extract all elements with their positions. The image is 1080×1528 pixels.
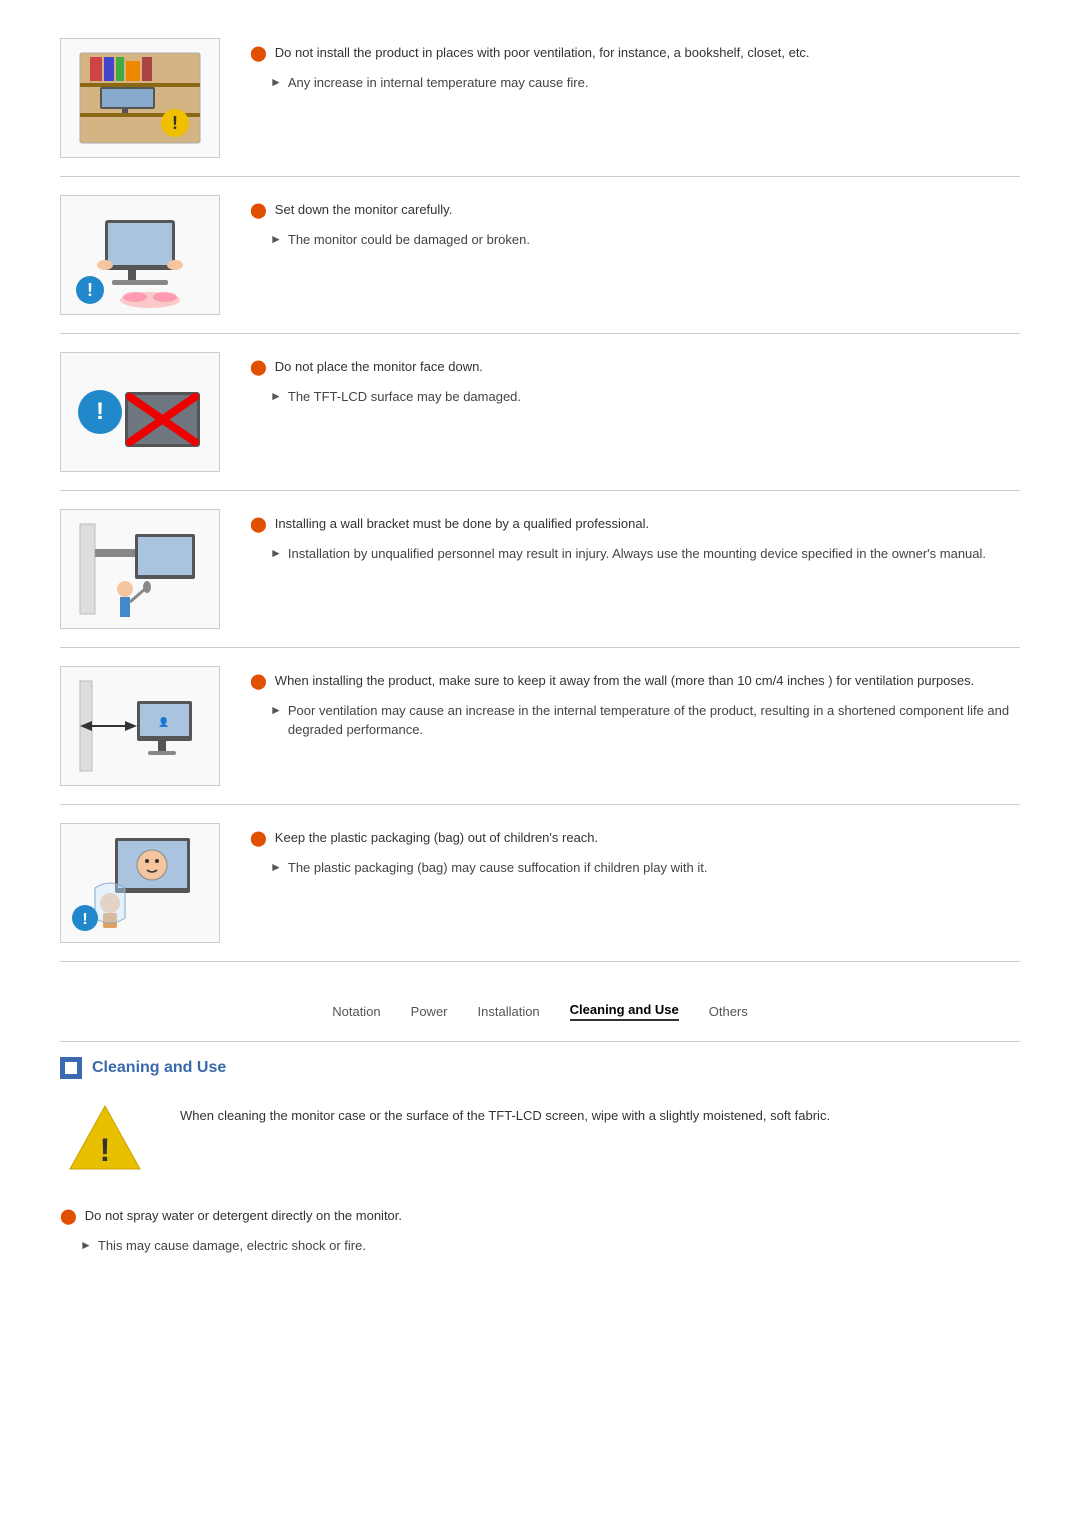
main-text: Keep the plastic packaging (bag) out of … [275,828,598,848]
instruction-text-wallbracket: ⬤ Installing a wall bracket must be done… [250,509,1020,563]
instruction-row-plasticbag: ! ⬤ Keep the plastic packaging (bag) out… [60,805,1020,962]
sub-text: The TFT-LCD surface may be damaged. [288,387,521,407]
sub-text: The plastic packaging (bag) may cause su… [288,858,708,878]
bullet-icon: ⬤ [250,201,267,219]
instruction-text-keepaway: ⬤ When installing the product, make sure… [250,666,1020,740]
cleaning-item-row: ⬤ Do not spray water or detergent direct… [60,1196,1020,1265]
bullet-icon: ⬤ [250,515,267,533]
sub-text: Installation by unqualified personnel ma… [288,544,986,564]
cleaning-section-title: Cleaning and Use [92,1059,226,1077]
nav-installation[interactable]: Installation [478,1004,540,1019]
warning-triangle-svg: ! [65,1101,145,1176]
cleaning-section-header: Cleaning and Use [60,1057,1020,1079]
bullet-icon: ⬤ [250,358,267,376]
svg-text:👤: 👤 [158,716,169,727]
warning-triangle-box: ! [60,1101,150,1176]
bullet-icon: ⬤ [250,44,267,62]
instruction-text-facedown: ⬤ Do not place the monitor face down. ► … [250,352,1020,406]
sub-bullet-icon: ► [270,860,282,874]
svg-text:!: ! [96,398,104,425]
instruction-text-plasticbag: ⬤ Keep the plastic packaging (bag) out o… [250,823,1020,877]
bullet-icon: ⬤ [250,829,267,847]
nav-power[interactable]: Power [411,1004,448,1019]
svg-text:!: ! [82,911,87,928]
page-content: ! ⬤ Do not install the product in places… [0,0,1080,1285]
nav-others[interactable]: Others [709,1004,748,1019]
instruction-row-wallbracket: ⬤ Installing a wall bracket must be done… [60,491,1020,648]
instruction-row-ventilation: ! ⬤ Do not install the product in places… [60,20,1020,177]
cleaning-intro-text: When cleaning the monitor case or the su… [180,1101,1020,1127]
section-icon-inner [65,1062,77,1074]
image-facedown: ! [60,352,220,472]
instruction-row-facedown: ! ⬤ Do not place the monitor face down. … [60,334,1020,491]
sub-text: Poor ventilation may cause an increase i… [288,701,1020,740]
image-setdown: ! [60,195,220,315]
instruction-text-setdown: ⬤ Set down the monitor carefully. ► The … [250,195,1020,249]
sub-bullet-icon: ► [270,232,282,246]
instruction-text-ventilation: ⬤ Do not install the product in places w… [250,38,1020,92]
bullet-icon: ⬤ [250,672,267,690]
cleaning-item-sub-text: This may cause damage, electric shock or… [98,1236,366,1256]
nav-cleaning-and-use[interactable]: Cleaning and Use [570,1002,679,1021]
image-keepaway: 👤 [60,666,220,786]
instruction-row-keepaway: 👤 ⬤ When installing the product, make su… [60,648,1020,805]
sub-bullet-icon: ► [270,389,282,403]
main-text: Do not install the product in places wit… [275,43,810,63]
svg-text:!: ! [172,113,178,133]
cleaning-item-main-text: Do not spray water or detergent directly… [85,1206,402,1226]
sub-text: The monitor could be damaged or broken. [288,230,530,250]
nav-notation[interactable]: Notation [332,1004,380,1019]
image-wallbracket [60,509,220,629]
sub-bullet-icon: ► [270,75,282,89]
sub-text: Any increase in internal temperature may… [288,73,589,93]
section-icon-cleaning [60,1057,82,1079]
main-text: Set down the monitor carefully. [275,200,453,220]
svg-text:!: ! [100,1132,111,1168]
section-divider [60,1041,1020,1042]
image-bookshelf: ! [60,38,220,158]
navigation-bar: Notation Power Installation Cleaning and… [60,982,1020,1036]
image-plasticbag: ! [60,823,220,943]
svg-text:!: ! [87,280,93,300]
bullet-icon: ⬤ [60,1207,77,1225]
main-text: Do not place the monitor face down. [275,357,483,377]
main-text: Installing a wall bracket must be done b… [275,514,649,534]
main-text: When installing the product, make sure t… [275,671,974,691]
instruction-row-setdown: ! ⬤ Set down the monitor carefully. ► Th… [60,177,1020,334]
cleaning-intro-row: ! When cleaning the monitor case or the … [60,1091,1020,1196]
sub-bullet-icon: ► [270,546,282,560]
cleaning-intro-paragraph: When cleaning the monitor case or the su… [180,1106,1020,1127]
sub-bullet-icon: ► [80,1238,92,1252]
sub-bullet-icon: ► [270,703,282,717]
